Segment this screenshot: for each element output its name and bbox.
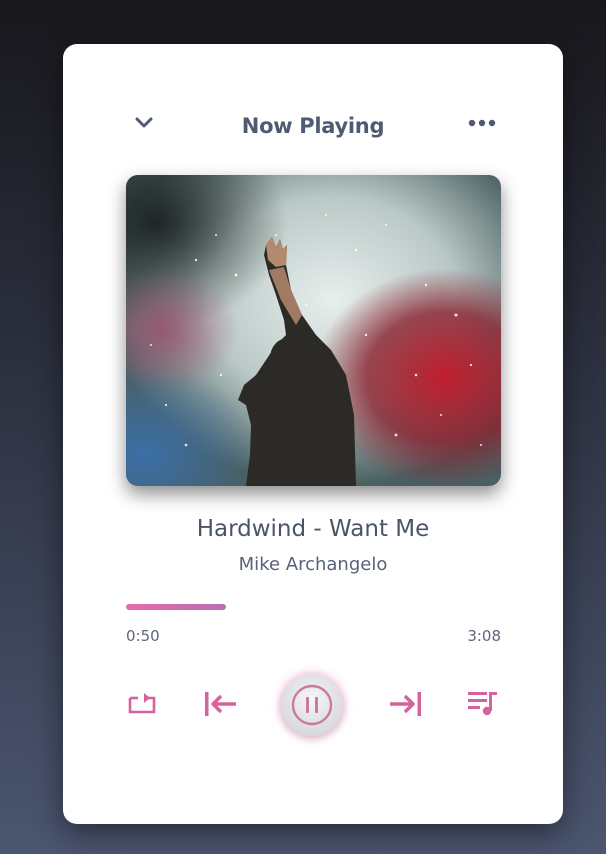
pause-icon xyxy=(291,684,333,726)
progress-bar[interactable] xyxy=(126,604,501,610)
album-art xyxy=(126,175,501,486)
repeat-icon[interactable] xyxy=(126,690,158,716)
total-time: 3:08 xyxy=(467,627,501,645)
play-pause-button[interactable] xyxy=(281,674,343,736)
skip-previous-icon[interactable] xyxy=(203,690,239,718)
more-options-icon[interactable] xyxy=(468,118,496,128)
progress-fill xyxy=(126,604,226,610)
album-art-image xyxy=(126,175,501,486)
player-card: Now Playing Hardwind - Want Me Mike Arch… xyxy=(63,44,563,824)
playlist-icon[interactable] xyxy=(466,689,500,717)
skip-next-icon[interactable] xyxy=(387,690,423,718)
track-title: Hardwind - Want Me xyxy=(196,516,430,542)
current-time: 0:50 xyxy=(126,627,160,645)
track-artist: Mike Archangelo xyxy=(238,554,388,575)
